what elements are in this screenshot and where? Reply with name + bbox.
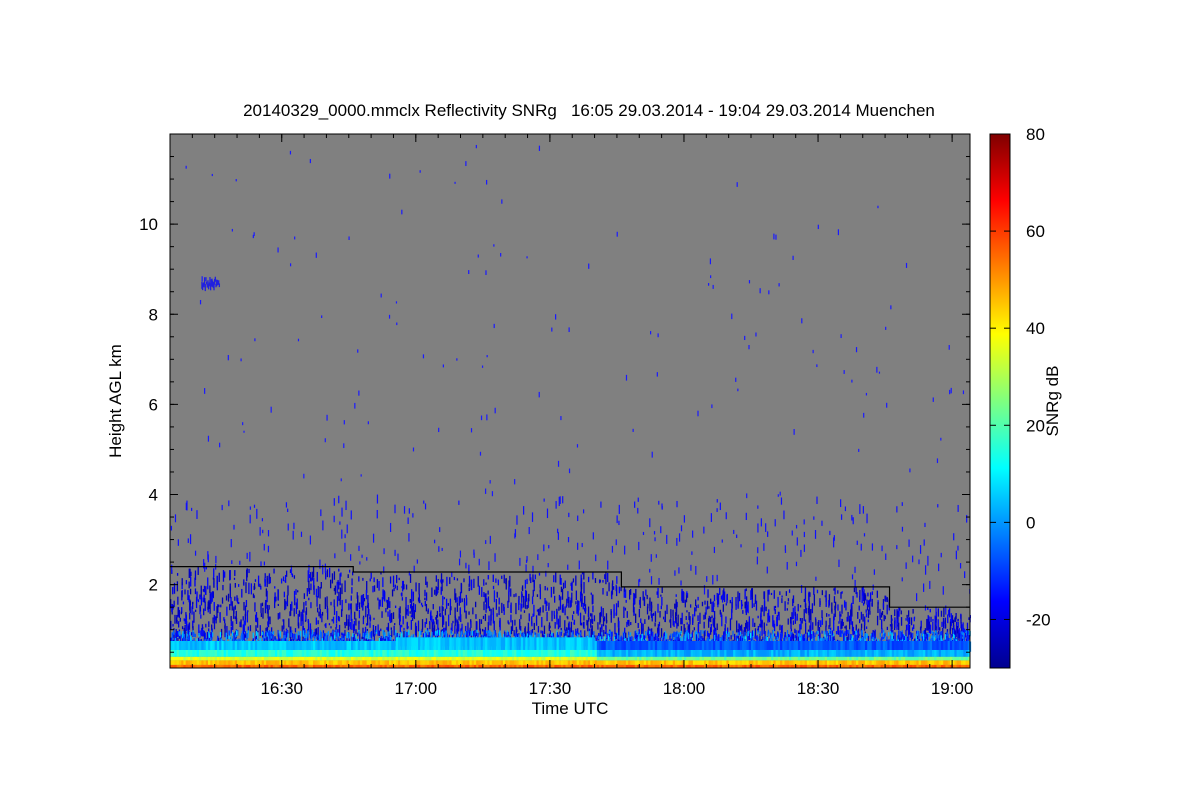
colorbar-tick-label: 40 [1026, 319, 1045, 338]
x-tick-label: 18:30 [797, 679, 840, 698]
colorbar-label: SNRg dB [1043, 366, 1062, 437]
radar-plot: 20140329_0000.mmclx Reflectivity SNRg 16… [106, 101, 1062, 718]
colorbar-tick-label: 80 [1026, 125, 1045, 144]
y-tick-label: 10 [139, 215, 158, 234]
x-tick-label: 17:30 [529, 679, 572, 698]
y-tick-label: 6 [149, 395, 158, 414]
colorbar-tick-label: 60 [1026, 222, 1045, 241]
surface-layer [170, 637, 971, 668]
y-tick-label: 2 [149, 576, 158, 595]
colorbar-tick-label: -20 [1026, 610, 1051, 629]
x-tick-label: 18:00 [663, 679, 706, 698]
y-tick-label: 4 [149, 486, 158, 505]
plot-area [170, 134, 970, 668]
colorbar-tick-label: 0 [1026, 513, 1035, 532]
chart-title: 20140329_0000.mmclx Reflectivity SNRg 16… [243, 101, 935, 120]
x-tick-label: 16:30 [260, 679, 303, 698]
x-tick-label: 19:00 [931, 679, 974, 698]
x-axis-label: Time UTC [532, 699, 609, 718]
colorbar [989, 133, 1011, 669]
chart-figure: 20140329_0000.mmclx Reflectivity SNRg 16… [0, 0, 1200, 800]
y-axis-label: Height AGL km [106, 344, 125, 458]
x-tick-label: 17:00 [395, 679, 438, 698]
y-tick-label: 8 [149, 305, 158, 324]
